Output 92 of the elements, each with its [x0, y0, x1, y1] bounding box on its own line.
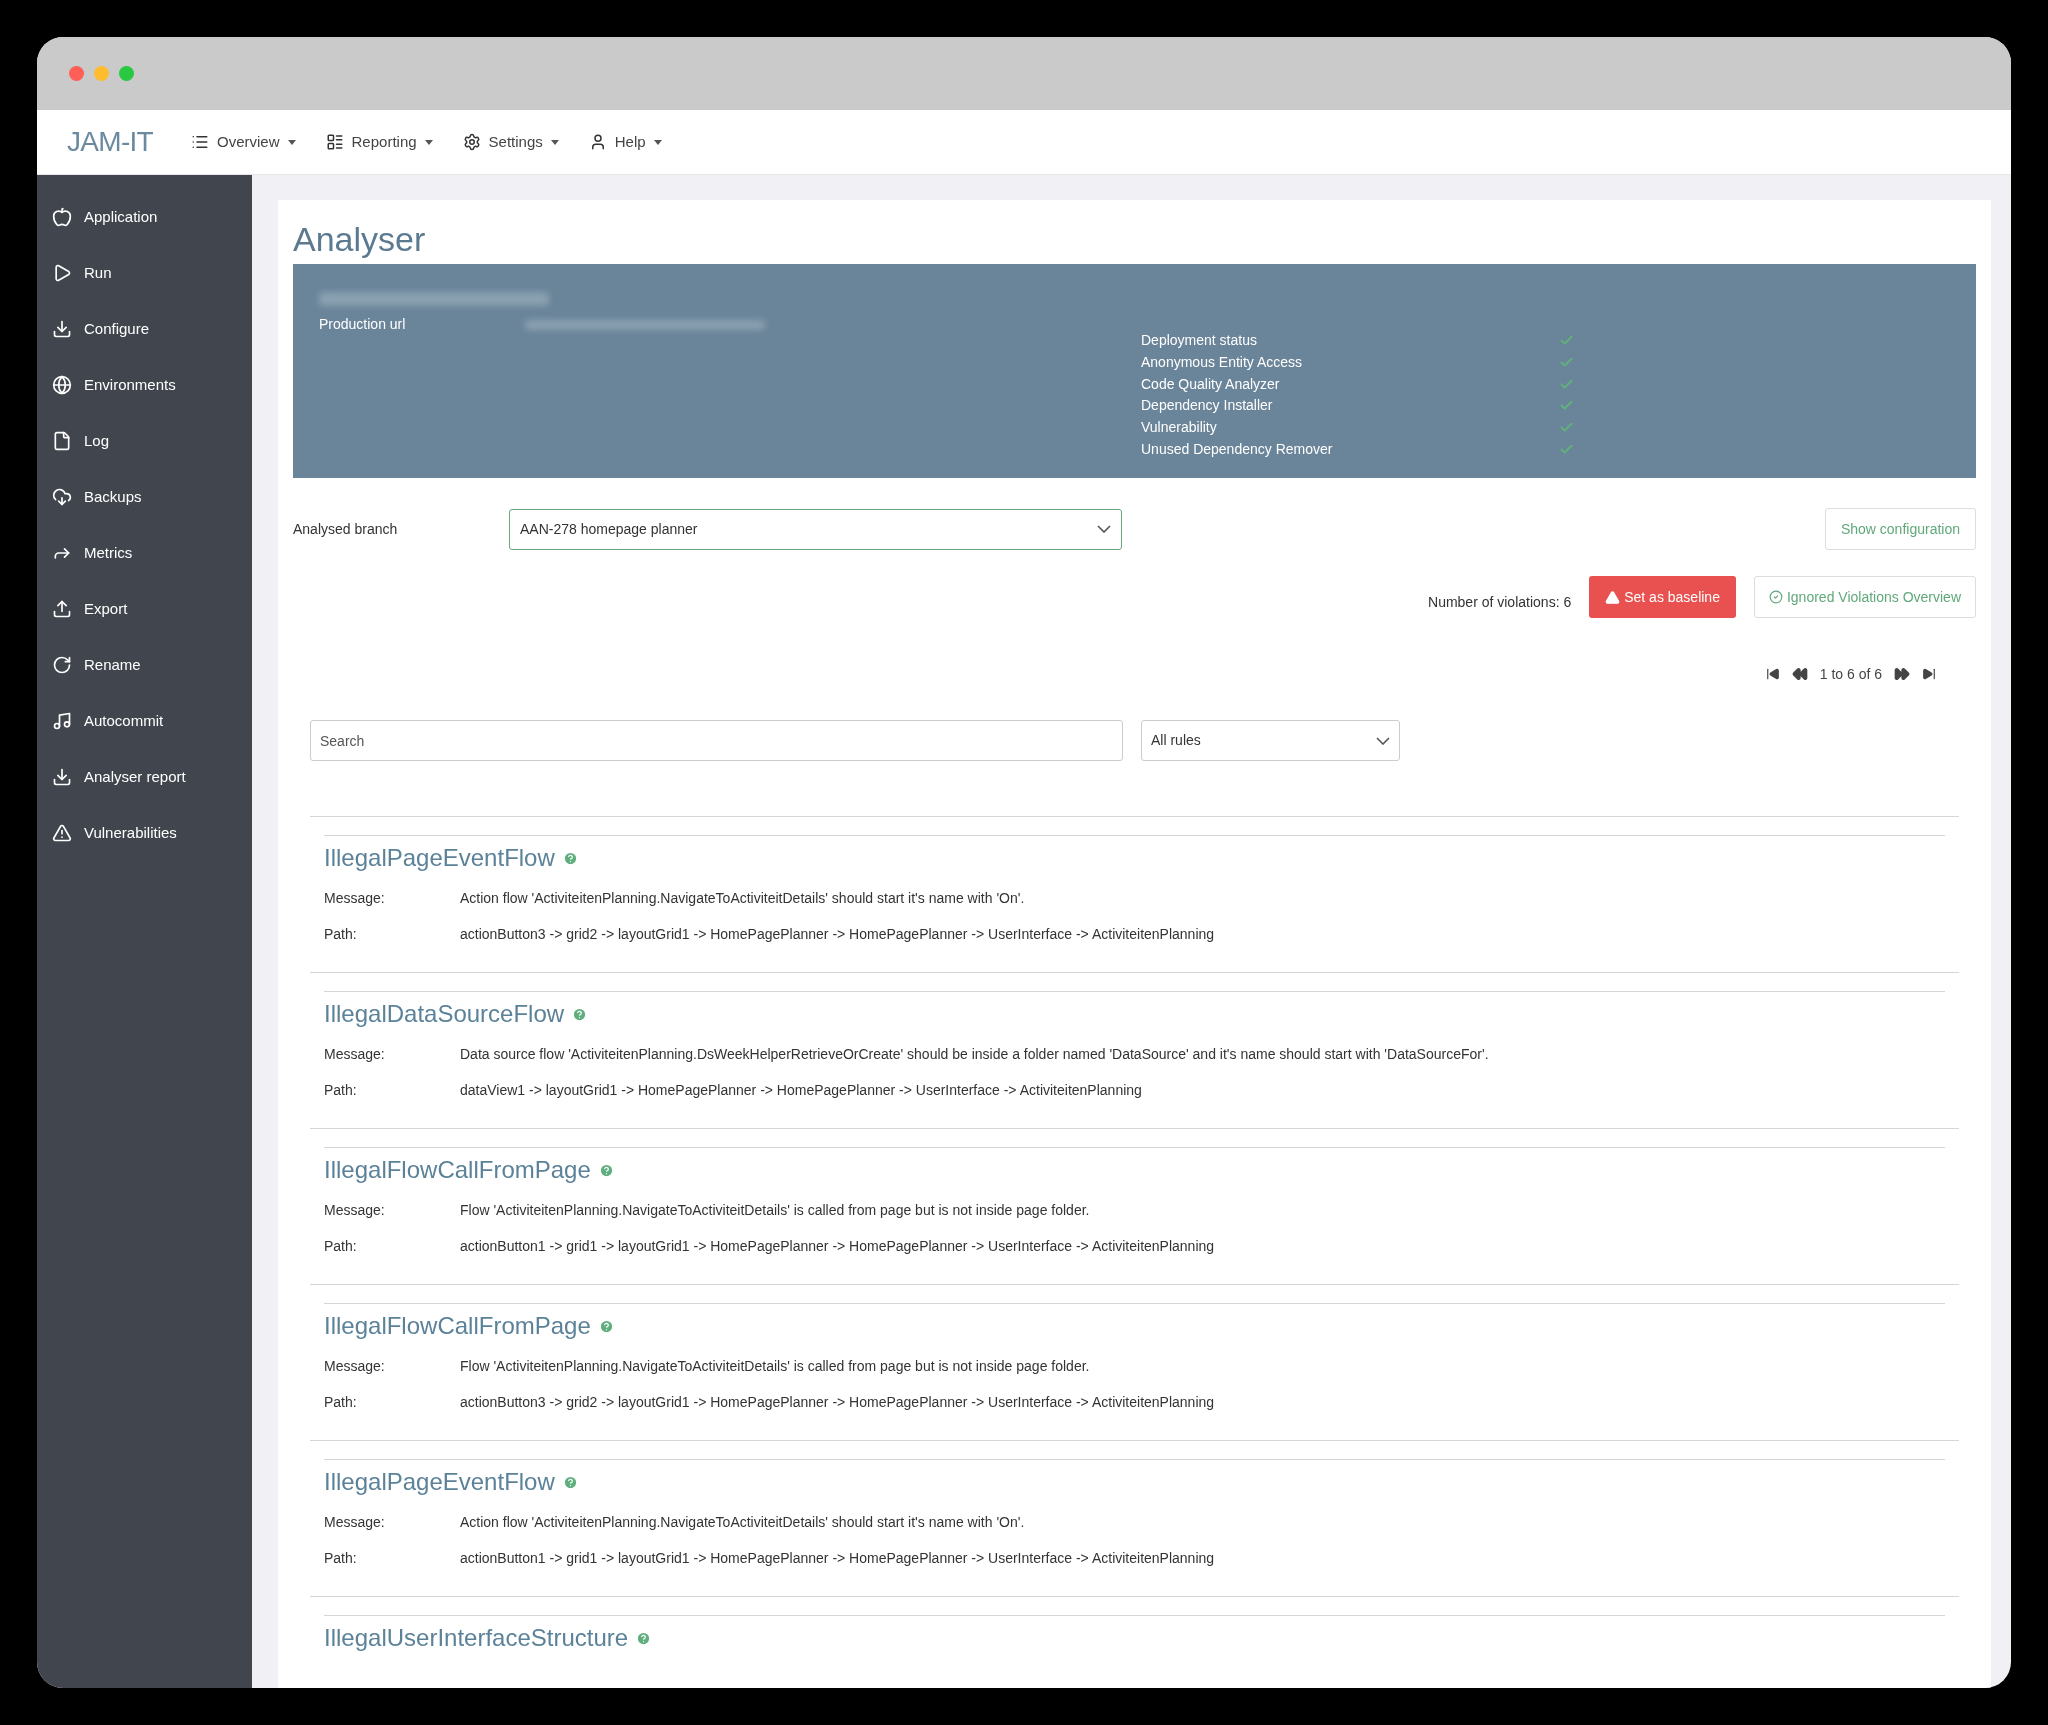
sidebar-item[interactable]: Metrics — [37, 525, 252, 581]
production-url-label: Production url — [319, 315, 407, 334]
status-label: Code Quality Analyzer — [1141, 374, 1281, 394]
sidebar-item[interactable]: Analyser report — [37, 749, 252, 805]
path-label: Path: — [324, 1236, 358, 1256]
rule-name: IllegalPageEventFlow — [324, 1467, 555, 1497]
status-label: Unused Dependency Remover — [1141, 439, 1334, 459]
path-text: dataView1 -> layoutGrid1 -> HomePagePlanner -> HomePagePlanner -> UserInterface -> ActiviteitenPlanning — [460, 1080, 1142, 1100]
warning-icon — [52, 823, 72, 843]
set-baseline-button[interactable]: Set as baseline — [1589, 576, 1736, 618]
rule-name: IllegalDataSourceFlow — [324, 999, 565, 1029]
help-icon[interactable] — [598, 1318, 614, 1334]
last-page-icon[interactable] — [1922, 667, 1936, 681]
caret-icon — [287, 139, 296, 145]
maximize-window-icon[interactable] — [119, 66, 134, 81]
apple-icon — [52, 207, 72, 227]
status-label: Deployment status — [1141, 331, 1258, 351]
path-text: actionButton3 -> grid2 -> layoutGrid1 -> HomePagePlanner -> HomePagePlanner -> UserInterface -> ActiviteitenPlanning — [460, 924, 1215, 944]
message-text: Action flow 'ActiviteitenPlanning.NavigateToActiviteitDetails' should start it's name with 'On'. — [460, 888, 1025, 908]
sidebar-item[interactable]: Autocommit — [37, 693, 252, 749]
table-icon — [325, 133, 344, 151]
sidebar-item[interactable]: Backups — [37, 469, 252, 525]
search-field[interactable]: Search — [310, 720, 1123, 761]
sidebar-item[interactable]: Configure — [37, 301, 252, 357]
message-label: Message: — [324, 1356, 386, 1376]
caret-icon — [653, 139, 662, 145]
nav-menu-item[interactable]: Settings — [462, 130, 559, 154]
sidebar-item[interactable]: Application — [37, 189, 252, 245]
path-text: actionButton1 -> grid1 -> layoutGrid1 -> HomePagePlanner -> HomePagePlanner -> UserInterface -> ActiviteitenPlanning — [460, 1548, 1215, 1568]
message-text: Flow 'ActiviteitenPlanning.NavigateToActiviteitDetails' is called from page but is not inside page folder. — [460, 1356, 1090, 1376]
rule-name: IllegalFlowCallFromPage — [324, 1311, 591, 1341]
close-window-icon[interactable] — [69, 66, 84, 81]
sidebar-item[interactable]: Log — [37, 413, 252, 469]
status-label: Anonymous Entity Access — [1141, 353, 1304, 373]
help-icon[interactable] — [636, 1630, 652, 1646]
message-label: Message: — [324, 1044, 386, 1064]
settings-icon — [462, 133, 481, 151]
message-label: Message: — [324, 1512, 386, 1532]
upload-icon — [52, 599, 72, 619]
help-icon[interactable] — [562, 1474, 578, 1490]
pagination-text: 1 to 6 of 6 — [1819, 664, 1882, 684]
path-text: actionButton3 -> grid2 -> layoutGrid1 -> HomePagePlanner -> HomePagePlanner -> UserInterface -> ActiviteitenPlanning — [460, 1392, 1215, 1412]
nav-menu-item[interactable]: Reporting — [325, 130, 433, 154]
page-title: Analyser — [293, 219, 427, 260]
help-icon[interactable] — [598, 1162, 614, 1178]
path-text: actionButton1 -> grid1 -> layoutGrid1 -> HomePagePlanner -> HomePagePlanner -> UserInterface -> ActiviteitenPlanning — [460, 1236, 1215, 1256]
rule-name: IllegalUserInterfaceStructure — [324, 1623, 629, 1653]
list-icon — [191, 133, 209, 151]
branch-select[interactable]: AAN-278 homepage planner — [509, 508, 1122, 550]
sidebar-item[interactable]: Rename — [37, 637, 252, 693]
download-icon — [52, 767, 72, 787]
nav-menu-item[interactable]: Overview — [191, 130, 296, 154]
rule-name: IllegalFlowCallFromPage — [324, 1155, 591, 1185]
rule-filter-select[interactable]: All rules — [1141, 720, 1400, 761]
sidebar-item[interactable]: Vulnerabilities — [37, 805, 252, 861]
message-label: Message: — [324, 888, 386, 908]
sidebar-item[interactable]: Run — [37, 245, 252, 301]
path-label: Path: — [324, 1548, 358, 1568]
chevron-down-icon — [1376, 736, 1390, 745]
brand-logo[interactable]: JAM-IT — [67, 121, 153, 163]
nav-menu-item[interactable]: Help — [588, 130, 662, 154]
help-icon[interactable] — [572, 1006, 588, 1022]
sidebar-item[interactable]: Export — [37, 581, 252, 637]
chevron-down-icon — [1097, 525, 1111, 533]
violations-count: Number of violations: 6 — [1428, 592, 1572, 612]
message-text: Data source flow 'ActiviteitenPlanning.DsWeekHelperRetrieveOrCreate' should be inside a folder named 'DataSource' and it's name should start with 'DataSourceFor'. — [460, 1044, 1489, 1064]
message-text: Flow 'ActiviteitenPlanning.NavigateToActiviteitDetails' is called from page but is not inside page folder. — [460, 1200, 1090, 1220]
status-label: Dependency Installer — [1141, 396, 1274, 416]
rule-name: IllegalPageEventFlow — [324, 843, 555, 873]
message-label: Message: — [324, 1200, 386, 1220]
music-note-icon — [52, 711, 72, 731]
message-text: Action flow 'ActiviteitenPlanning.NavigateToActiviteitDetails' should start it's name with 'On'. — [460, 1512, 1025, 1532]
refresh-icon — [52, 655, 72, 675]
help-icon[interactable] — [562, 850, 578, 866]
caret-icon — [550, 139, 559, 145]
globe-icon — [52, 375, 72, 395]
circle-check-icon — [1768, 590, 1783, 604]
path-label: Path: — [324, 1080, 358, 1100]
cloud-download-icon — [52, 487, 72, 507]
play-icon — [52, 263, 72, 283]
previous-page-icon[interactable] — [1791, 666, 1808, 682]
caret-icon — [424, 139, 433, 145]
sidebar-item[interactable]: Environments — [37, 357, 252, 413]
download-icon — [52, 319, 72, 339]
branch-label: Analysed branch — [293, 519, 399, 539]
first-page-icon[interactable] — [1765, 667, 1780, 681]
next-page-icon[interactable] — [1894, 666, 1910, 682]
file-icon — [52, 431, 72, 451]
path-label: Path: — [324, 924, 358, 944]
path-label: Path: — [324, 1392, 358, 1412]
warning-icon — [1605, 589, 1621, 605]
status-label: Vulnerability — [1141, 418, 1218, 438]
